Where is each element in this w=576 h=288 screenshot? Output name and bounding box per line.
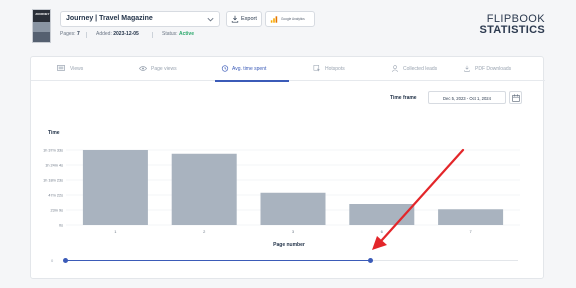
y-tick-label: 23m 9s: [51, 209, 64, 213]
range-slider-track[interactable]: [370, 259, 518, 261]
avg-time-bar-chart: 1h 37m 33s 1h 24m 4s 1h 18m 23s 47m 22s 23m …: [43, 130, 520, 250]
chart-bars: [82, 150, 504, 225]
x-axis-label: Page number: [273, 242, 305, 248]
bar-page-7[interactable]: [438, 209, 504, 225]
range-start-handle[interactable]: [62, 257, 68, 263]
y-tick-label: 1h 18m 23s: [43, 179, 63, 183]
bar-page-2[interactable]: [171, 153, 237, 225]
y-tick-label: 1h 37m 33s: [43, 149, 63, 153]
x-tick-label: 3: [292, 229, 295, 234]
x-axis-ticks: 1 2 3 6 7: [114, 229, 472, 234]
x-tick-label: 2: [203, 229, 206, 234]
x-tick-label: 1: [114, 229, 117, 234]
slider-min-label: 0: [51, 258, 54, 263]
range-slider-selected[interactable]: [65, 259, 370, 261]
y-tick-label: 1h 24m 4s: [45, 164, 63, 168]
range-end-handle[interactable]: [367, 257, 373, 263]
y-axis-label: Time: [48, 130, 60, 136]
bar-page-1[interactable]: [82, 150, 148, 225]
x-tick-label: 6: [381, 229, 384, 234]
y-axis-ticks: 1h 37m 33s 1h 24m 4s 1h 18m 23s 47m 22s 23m …: [43, 149, 63, 228]
y-tick-label: 0s: [59, 224, 63, 228]
bar-page-3[interactable]: [260, 192, 326, 225]
y-tick-label: 47m 22s: [48, 194, 63, 198]
x-tick-label: 7: [469, 229, 472, 234]
